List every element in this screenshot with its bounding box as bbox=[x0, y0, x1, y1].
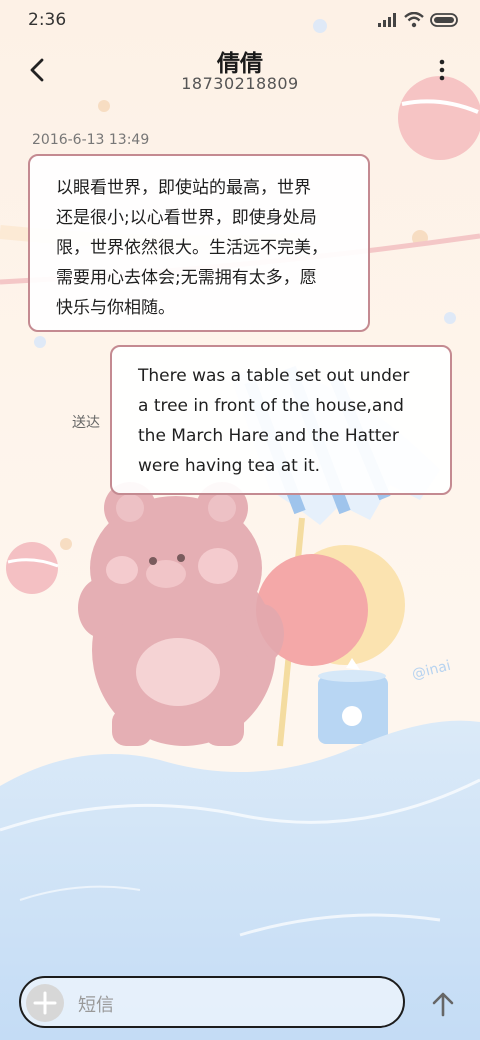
signal-icon bbox=[378, 13, 396, 27]
message-line: 需要用心去体会;无需拥有太多，愿 bbox=[56, 268, 317, 288]
message-line: 快乐与你相随。 bbox=[56, 298, 175, 318]
add-attachment-icon[interactable] bbox=[26, 984, 64, 1022]
outgoing-message-bubble[interactable]: There was a table set out under a tree i… bbox=[110, 345, 452, 495]
message-line: There was a table set out under bbox=[138, 366, 410, 386]
contact-phone-number: 18730218809 bbox=[181, 74, 299, 93]
message-line: were having tea at it. bbox=[138, 456, 321, 476]
status-icons bbox=[378, 12, 460, 28]
status-time: 2:36 bbox=[28, 10, 67, 30]
battery-icon bbox=[430, 13, 458, 27]
message-line: 限，世界依然很大。生活远不完美， bbox=[56, 238, 328, 258]
message-input[interactable] bbox=[19, 976, 405, 1028]
send-arrow-icon[interactable] bbox=[430, 990, 456, 1018]
contact-name: 倩倩 bbox=[217, 51, 263, 77]
message-input-placeholder: 短信 bbox=[78, 995, 114, 1016]
message-line: 以眼看世界，即使站的最高，世界 bbox=[56, 178, 311, 198]
message-line: 还是很小;以心看世界，即使身处局 bbox=[56, 208, 317, 228]
incoming-message-bubble[interactable]: 以眼看世界，即使站的最高，世界 还是很小;以心看世界，即使身处局 限，世界依然很… bbox=[28, 154, 370, 332]
message-line: a tree in front of the house,and bbox=[138, 396, 404, 416]
message-timestamp: 2016-6-13 13:49 bbox=[32, 132, 150, 148]
delivery-status: 送达 bbox=[72, 415, 100, 431]
more-options-icon[interactable] bbox=[430, 56, 454, 84]
message-line: the March Hare and the Hatter bbox=[138, 426, 399, 446]
wifi-icon bbox=[404, 12, 424, 28]
